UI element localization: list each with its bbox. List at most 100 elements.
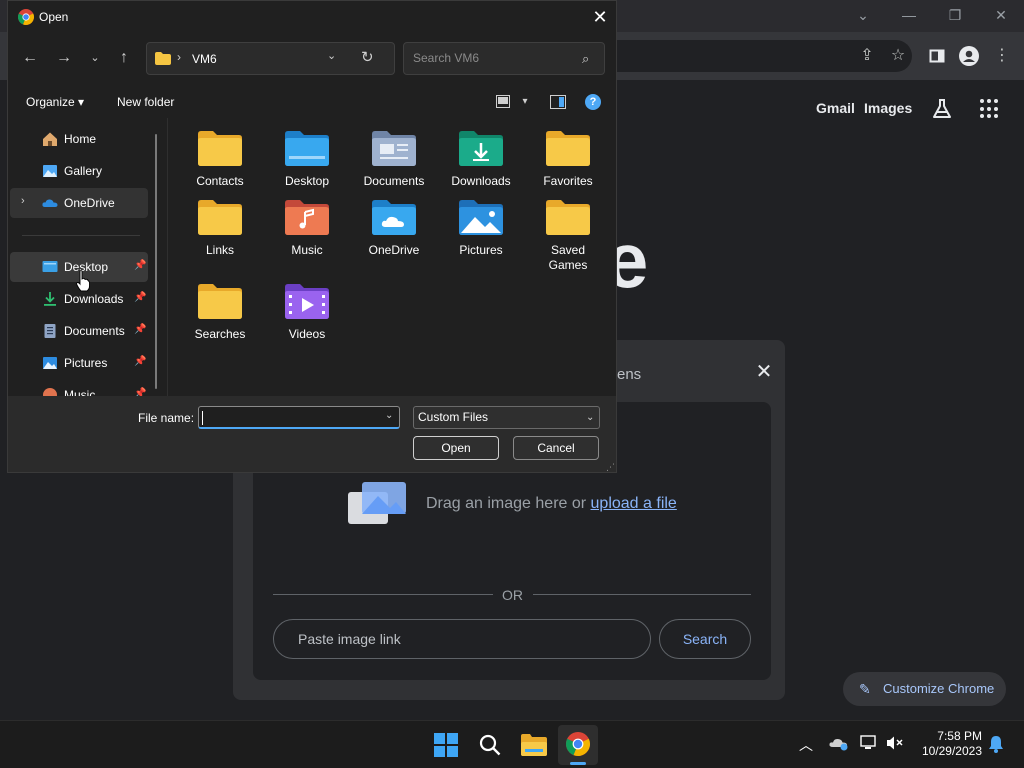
clock-date: 10/29/2023 xyxy=(921,744,982,758)
expand-chevron-icon[interactable]: › xyxy=(21,195,25,207)
profile-avatar-icon[interactable] xyxy=(957,44,981,68)
nav-scrollbar[interactable] xyxy=(155,134,157,389)
breadcrumb-separator: › xyxy=(177,50,181,64)
windows-logo-icon xyxy=(434,733,458,757)
chrome-menu-icon[interactable]: ⋮ xyxy=(990,44,1014,68)
view-options-icon[interactable] xyxy=(493,92,513,112)
pin-icon[interactable]: 📌 xyxy=(134,356,146,367)
images-link[interactable]: Images xyxy=(864,100,912,116)
tab-search-icon[interactable]: ⌄ xyxy=(840,4,886,26)
organize-menu[interactable]: Organize ▾ xyxy=(26,95,84,109)
lens-search-button[interactable]: Search xyxy=(659,619,751,659)
minimize-button[interactable]: — xyxy=(886,4,932,26)
file-item-saved-games[interactable]: Saved Games xyxy=(527,187,609,272)
nav-label: Documents xyxy=(64,324,125,338)
gallery-icon xyxy=(43,165,57,177)
navigation-pane: Home Gallery › OneDrive Desktop 📌 Downlo… xyxy=(8,118,168,396)
taskbar-search-button[interactable] xyxy=(470,725,510,765)
nav-item-documents[interactable]: Documents 📌 xyxy=(10,316,148,346)
pin-icon[interactable]: 📌 xyxy=(134,324,146,335)
start-button[interactable] xyxy=(426,725,466,765)
side-panel-icon[interactable] xyxy=(925,44,949,68)
customize-chrome-button[interactable]: ✎ Customize Chrome xyxy=(843,672,1006,706)
clock[interactable]: 7:58 PM 10/29/2023 xyxy=(912,729,982,759)
close-window-button[interactable]: ✕ xyxy=(978,4,1024,26)
notifications-bell-icon[interactable] xyxy=(988,735,1004,756)
up-arrow-icon[interactable]: ↑ xyxy=(112,46,136,70)
breadcrumb-vm6[interactable]: VM6 xyxy=(192,52,217,66)
drop-instruction: Drag an image here or upload a file xyxy=(426,495,677,513)
desktop-icon xyxy=(42,261,58,272)
file-item-music[interactable]: Music xyxy=(266,187,348,257)
chrome-logo-icon xyxy=(566,732,590,756)
preview-pane-icon[interactable] xyxy=(548,92,568,112)
gmail-link[interactable]: Gmail xyxy=(816,100,855,116)
address-bar[interactable]: › VM6 ⌄ ↻ xyxy=(146,42,395,75)
search-input[interactable]: Search VM6 ⌕ xyxy=(403,42,605,75)
address-dropdown-chevron-icon[interactable]: ⌄ xyxy=(327,49,336,62)
forward-arrow-icon[interactable]: → xyxy=(52,46,76,70)
file-type-chevron-icon: ⌄ xyxy=(586,412,595,423)
active-app-indicator xyxy=(570,762,586,765)
file-name-input[interactable]: ⌄ xyxy=(198,406,400,429)
volume-muted-icon[interactable] xyxy=(886,735,904,754)
file-item-favorites[interactable]: Favorites xyxy=(527,118,609,188)
new-folder-button[interactable]: New folder xyxy=(117,95,174,109)
upload-file-link[interactable]: upload a file xyxy=(591,495,677,512)
file-item-searches[interactable]: Searches xyxy=(179,271,261,341)
paste-image-link-input[interactable]: Paste image link xyxy=(273,619,651,659)
nav-item-home[interactable]: Home xyxy=(10,124,148,154)
file-explorer-icon xyxy=(521,734,547,756)
cancel-button[interactable]: Cancel xyxy=(513,436,599,460)
file-item-onedrive[interactable]: OneDrive xyxy=(353,187,435,257)
labs-flask-icon[interactable] xyxy=(930,97,954,121)
file-label: Music xyxy=(291,243,323,257)
drop-text: Drag an image here or xyxy=(426,495,591,512)
pin-icon[interactable]: 📌 xyxy=(134,388,146,396)
open-button[interactable]: Open xyxy=(413,436,499,460)
share-icon[interactable]: ⇪ xyxy=(855,44,879,68)
file-item-downloads[interactable]: Downloads xyxy=(440,118,522,188)
file-item-pictures[interactable]: Pictures xyxy=(440,187,522,257)
show-hidden-icons-chevron-icon[interactable]: ︿ xyxy=(799,735,813,755)
help-icon[interactable]: ? xyxy=(585,94,601,110)
dialog-footer: File name: ⌄ Custom Files ⌄ Open Cancel … xyxy=(8,396,616,472)
file-item-documents[interactable]: Documents xyxy=(353,118,435,188)
view-dropdown-chevron-icon[interactable]: ▾ xyxy=(515,92,535,112)
onedrive-tray-icon[interactable] xyxy=(829,735,849,754)
nav-item-gallery[interactable]: Gallery xyxy=(10,156,148,186)
file-item-contacts[interactable]: Contacts xyxy=(179,118,261,188)
refresh-icon[interactable]: ↻ xyxy=(361,48,374,66)
network-icon[interactable] xyxy=(860,735,878,754)
file-type-select[interactable]: Custom Files ⌄ xyxy=(413,406,600,429)
customize-label: Customize Chrome xyxy=(883,681,995,696)
pin-icon[interactable]: 📌 xyxy=(134,292,146,303)
pin-icon[interactable]: 📌 xyxy=(134,260,146,271)
recent-locations-chevron-icon[interactable]: ⌄ xyxy=(83,46,107,70)
lens-close-icon[interactable]: ✕ xyxy=(752,360,776,384)
file-name-dropdown-chevron-icon[interactable]: ⌄ xyxy=(385,410,393,421)
taskbar-file-explorer[interactable] xyxy=(514,725,554,765)
onedrive-folder-icon xyxy=(372,200,416,235)
file-item-desktop[interactable]: Desktop xyxy=(266,118,348,188)
dialog-close-button[interactable]: ✕ xyxy=(588,6,612,28)
resize-grip-icon[interactable]: ⋰ xyxy=(606,462,615,473)
back-arrow-icon[interactable]: ← xyxy=(18,46,42,70)
file-label: Saved Games xyxy=(548,243,588,272)
nav-item-onedrive[interactable]: › OneDrive xyxy=(10,188,148,218)
documents-icon xyxy=(44,324,56,338)
file-label: Pictures xyxy=(459,243,503,257)
restore-button[interactable]: ❐ xyxy=(932,4,978,26)
google-apps-icon[interactable] xyxy=(980,99,1000,119)
file-item-videos[interactable]: Videos xyxy=(266,271,348,341)
nav-item-pictures[interactable]: Pictures 📌 xyxy=(10,348,148,378)
taskbar-chrome[interactable] xyxy=(558,725,598,765)
file-item-links[interactable]: Links xyxy=(179,187,261,257)
bookmark-star-icon[interactable]: ☆ xyxy=(886,44,910,68)
folder-icon xyxy=(198,284,242,319)
chrome-logo-icon xyxy=(18,9,34,25)
music-folder-icon xyxy=(285,200,329,235)
file-name-label: File name: xyxy=(138,411,195,425)
nav-divider xyxy=(22,235,140,236)
nav-item-music[interactable]: Music 📌 xyxy=(10,380,148,396)
